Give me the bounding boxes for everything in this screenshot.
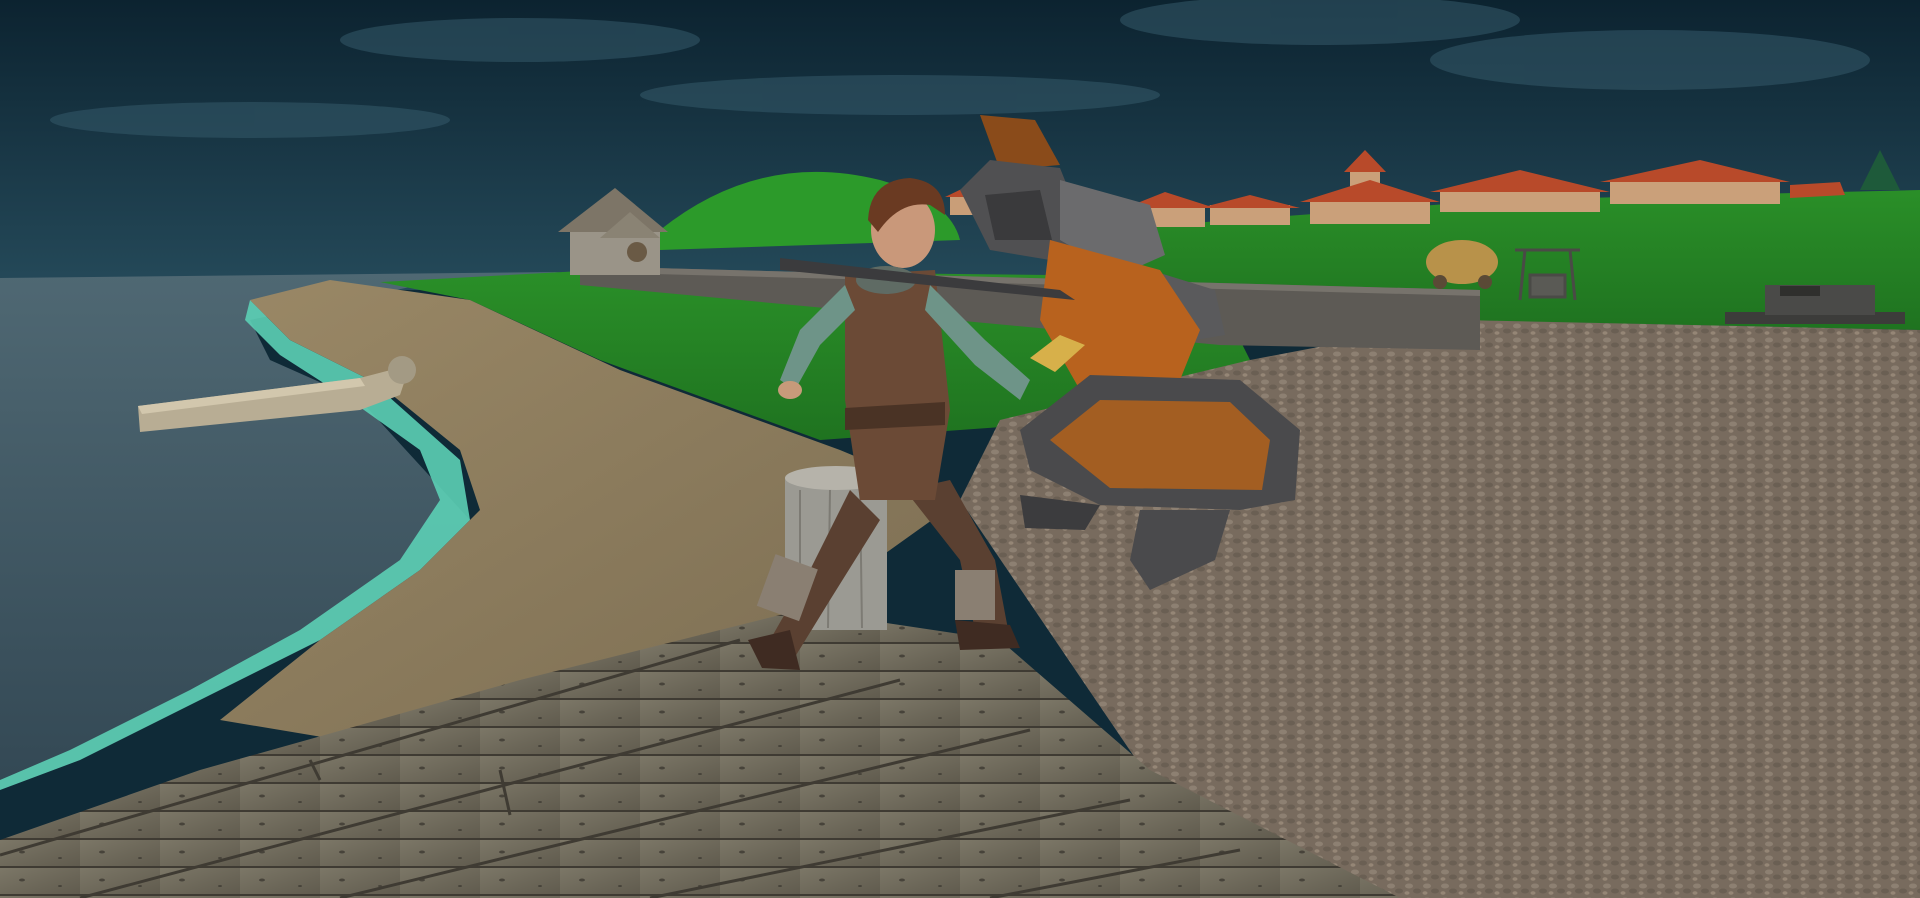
game-viewport[interactable] xyxy=(0,0,1920,898)
game-scene[interactable] xyxy=(0,0,1920,898)
hay-cart xyxy=(1426,240,1498,289)
